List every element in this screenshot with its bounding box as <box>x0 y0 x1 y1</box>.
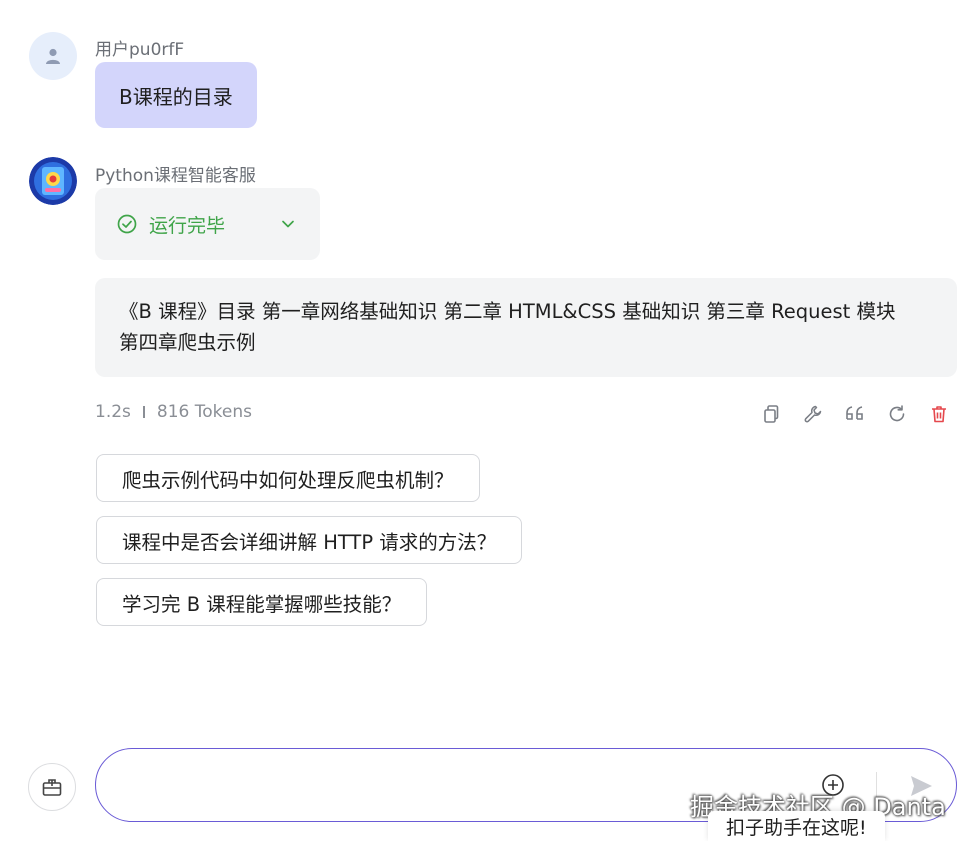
user-avatar <box>29 32 77 80</box>
toolbox-button[interactable] <box>28 763 76 811</box>
answer-line: 《B 课程》目录 第一章网络基础知识 第二章 HTML&CSS 基础知识 第三章… <box>119 300 896 323</box>
meta-divider <box>142 406 145 418</box>
bot-answer-bubble: 《B 课程》目录 第一章网络基础知识 第二章 HTML&CSS 基础知识 第三章… <box>95 278 957 377</box>
bot-name: Python课程智能客服 <box>95 166 256 186</box>
suggestion-chip[interactable]: 学习完 B 课程能掌握哪些技能？ <box>96 578 428 626</box>
copy-icon[interactable] <box>759 402 783 426</box>
trash-icon[interactable] <box>927 402 951 426</box>
check-circle-icon <box>117 214 137 234</box>
run-status-label: 运行完毕 <box>149 214 226 237</box>
bot-avatar <box>29 157 77 205</box>
suggestion-chip[interactable]: 爬虫示例代码中如何处理反爬虫机制？ <box>96 454 480 502</box>
assistant-tooltip: 扣子助手在这呢! <box>708 811 885 841</box>
suggestion-chip[interactable]: 课程中是否会详细讲解 HTTP 请求的方法？ <box>96 516 523 564</box>
answer-line: 第四章爬虫示例 <box>119 331 256 354</box>
user-message-bubble: B课程的目录 <box>95 62 257 128</box>
toolbox-icon <box>42 779 62 796</box>
refresh-icon[interactable] <box>885 402 909 426</box>
response-meta: 1.2s 816 Tokens <box>95 402 252 422</box>
user-icon <box>46 48 60 64</box>
wrench-icon[interactable] <box>801 402 825 426</box>
response-time: 1.2s <box>95 402 131 422</box>
token-count: 816 Tokens <box>156 402 252 422</box>
run-status-panel[interactable]: 运行完毕 <box>95 188 320 260</box>
quote-icon[interactable] <box>843 402 867 426</box>
chevron-down-icon[interactable] <box>280 216 296 232</box>
user-name: 用户pu0rfF <box>95 40 185 60</box>
